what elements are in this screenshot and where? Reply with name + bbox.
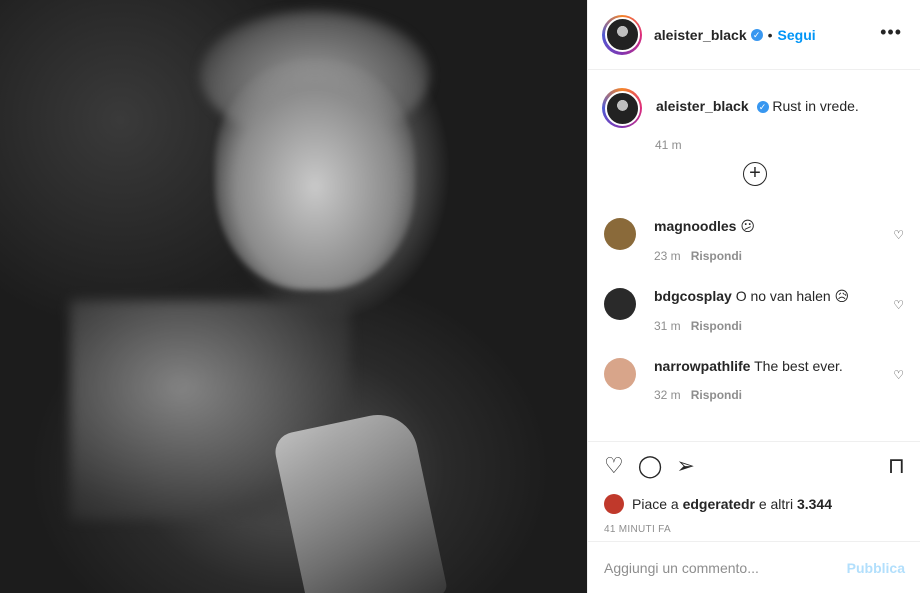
- comment-item: magnoodles 😕 23 m Rispondi ♡: [604, 218, 904, 263]
- commenter-avatar[interactable]: [604, 358, 636, 390]
- share-send-icon[interactable]: ➢: [676, 453, 694, 479]
- author-avatar[interactable]: [602, 14, 642, 55]
- liker-avatar[interactable]: [604, 494, 624, 514]
- save-bookmark-icon[interactable]: ⊓: [888, 453, 905, 479]
- author-username[interactable]: aleister_black: [654, 27, 747, 43]
- reply-button[interactable]: Rispondi: [691, 319, 742, 333]
- post-timestamp: 41 MINUTI FA: [604, 524, 671, 535]
- post-caption: aleister_black ✓ Rust in vrede.: [588, 70, 920, 128]
- caption-username[interactable]: aleister_black: [656, 98, 749, 114]
- comment-time: 23 m: [654, 249, 681, 263]
- like-comment-heart-icon[interactable]: ♡: [893, 228, 904, 242]
- follow-button[interactable]: Segui: [778, 27, 816, 43]
- comment-username[interactable]: magnoodles: [654, 218, 736, 234]
- verified-badge-icon: ✓: [756, 101, 769, 114]
- comment-bubble-icon[interactable]: ◯: [638, 453, 663, 479]
- comment-text: 😕: [740, 218, 755, 234]
- guitar-head-shape: [271, 407, 449, 593]
- likes-count[interactable]: 3.344: [797, 496, 832, 512]
- liker-username[interactable]: edgeratedr: [683, 496, 755, 512]
- comment-input[interactable]: [604, 559, 847, 576]
- commenter-avatar[interactable]: [604, 288, 636, 320]
- comment-text: O no van halen 😥: [735, 288, 850, 304]
- commenter-avatar[interactable]: [604, 218, 636, 250]
- comments-section[interactable]: aleister_black ✓ Rust in vrede. 41 m + m…: [588, 70, 920, 441]
- comment-username[interactable]: narrowpathlife: [654, 358, 750, 374]
- comment-text: The best ever.: [754, 358, 843, 374]
- add-comment-bar: Pubblica: [588, 541, 920, 593]
- post-side-panel: aleister_black ✓ • Segui ••• aleister_bl…: [587, 0, 920, 593]
- reply-button[interactable]: Rispondi: [691, 388, 742, 402]
- like-comment-heart-icon[interactable]: ♡: [893, 298, 904, 312]
- more-options-icon[interactable]: •••: [880, 22, 902, 43]
- like-heart-icon[interactable]: ♡: [604, 453, 624, 479]
- verified-badge-icon: ✓: [750, 28, 763, 41]
- publish-button[interactable]: Pubblica: [847, 560, 905, 576]
- comment-time: 31 m: [654, 319, 681, 333]
- reply-button[interactable]: Rispondi: [691, 249, 742, 263]
- comment-time: 32 m: [654, 388, 681, 402]
- comment-username[interactable]: bdgcosplay: [654, 288, 732, 304]
- likes-summary: Piace a edgeratedr e altri 3.344: [604, 494, 905, 514]
- like-comment-heart-icon[interactable]: ♡: [893, 368, 904, 382]
- separator-dot: •: [767, 26, 773, 43]
- comment-item: narrowpathlife The best ever. 32 m Rispon…: [604, 358, 904, 402]
- caption-text: Rust in vrede.: [772, 98, 859, 114]
- post-header: aleister_black ✓ • Segui •••: [588, 0, 920, 70]
- post-actions: ♡ ◯ ➢ ⊓ Piace a edgeratedr e altri 3.344…: [588, 441, 920, 541]
- load-more-comments-icon[interactable]: +: [743, 162, 767, 186]
- caption-time: 41 m: [655, 138, 682, 152]
- post-image[interactable]: [0, 0, 587, 593]
- comment-item: bdgcosplay O no van halen 😥 31 m Rispondi…: [604, 288, 904, 333]
- face-shape: [215, 60, 415, 290]
- caption-author-avatar[interactable]: [602, 88, 642, 128]
